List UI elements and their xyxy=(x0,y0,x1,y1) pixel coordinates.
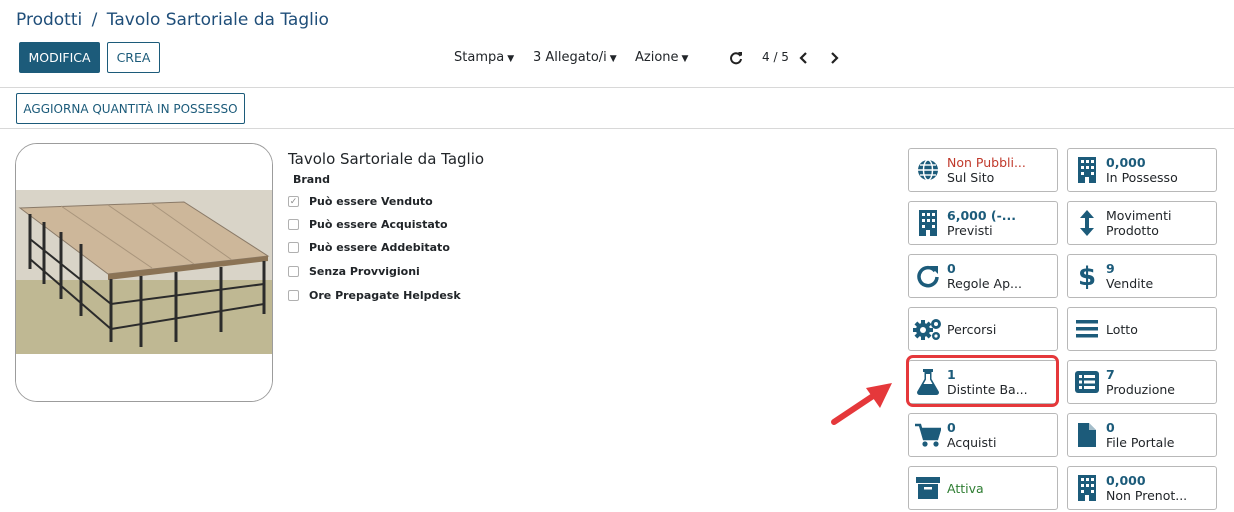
forecast-button[interactable]: 6,000 (-... Previsti xyxy=(908,201,1058,245)
checkbox-icon[interactable] xyxy=(288,219,299,230)
purchases-label: Acquisti xyxy=(947,435,997,450)
cogs-icon xyxy=(913,319,941,340)
checkbox-checked-icon[interactable]: ✓ xyxy=(288,196,299,207)
arrows-vertical-icon xyxy=(1080,210,1094,236)
production-button[interactable]: 7 Produzione xyxy=(1067,360,1217,404)
annotation-arrow-icon xyxy=(831,383,892,425)
product-moves-button[interactable]: Movimenti Prodotto xyxy=(1067,201,1217,245)
option-label: Può essere Addebitato xyxy=(309,241,450,254)
option-label: Ore Prepagate Helpdesk xyxy=(309,289,461,302)
caret-down-icon: ▼ xyxy=(507,54,515,64)
archive-icon xyxy=(916,477,940,499)
product-moves-line2: Prodotto xyxy=(1106,223,1159,238)
unreserved-value: 0,000 xyxy=(1106,473,1146,488)
chevron-left-icon[interactable] xyxy=(799,52,809,64)
action-label: Azione xyxy=(635,50,679,65)
brand-label: Brand xyxy=(293,173,330,186)
divider xyxy=(0,87,1234,88)
dollar-icon: $ xyxy=(1079,262,1095,290)
checkbox-icon[interactable] xyxy=(288,290,299,301)
refresh-icon[interactable] xyxy=(729,51,743,65)
breadcrumb: Prodotti / Tavolo Sartoriale da Taglio xyxy=(16,10,329,30)
breadcrumb-parent[interactable]: Prodotti xyxy=(16,10,82,30)
lots-button[interactable]: Lotto xyxy=(1067,307,1217,351)
file-icon xyxy=(1078,423,1096,447)
option-label: Può essere Acquistato xyxy=(309,218,448,231)
option-can-be-purchased[interactable]: Può essere Acquistato xyxy=(288,218,448,231)
option-no-commission[interactable]: Senza Provvigioni xyxy=(288,265,420,278)
divider xyxy=(0,128,1234,129)
list-icon xyxy=(1075,371,1099,393)
svg-text:$: $ xyxy=(1079,262,1095,290)
portal-files-value: 0 xyxy=(1106,420,1115,435)
building-icon xyxy=(1078,475,1096,501)
routes-button[interactable]: Percorsi xyxy=(908,307,1058,351)
option-label: Può essere Venduto xyxy=(309,195,433,208)
portal-files-button[interactable]: 0 File Portale xyxy=(1067,413,1217,457)
production-label: Produzione xyxy=(1106,382,1175,397)
product-image[interactable] xyxy=(15,143,273,402)
attachments-dropdown[interactable]: 3 Allegato/i ▼ xyxy=(533,50,617,65)
sales-label: Vendite xyxy=(1106,276,1154,291)
portal-files-label: File Portale xyxy=(1106,435,1175,450)
option-prepaid-hours[interactable]: Ore Prepagate Helpdesk xyxy=(288,289,461,302)
breadcrumb-separator: / xyxy=(91,10,98,30)
bars-icon xyxy=(1076,320,1098,338)
forecast-value: 6,000 (-... xyxy=(947,208,1017,223)
product-name[interactable]: Tavolo Sartoriale da Taglio xyxy=(288,150,484,168)
unreserved-label: Non Prenot... xyxy=(1106,488,1188,503)
refresh-icon xyxy=(917,265,939,288)
building-icon xyxy=(1078,157,1096,183)
caret-down-icon: ▼ xyxy=(609,54,617,64)
highlight-box xyxy=(906,355,1059,407)
sales-button[interactable]: $ 9 Vendite xyxy=(1067,254,1217,298)
caret-down-icon: ▼ xyxy=(681,54,689,64)
update-quantity-button[interactable]: AGGIORNA QUANTITÀ IN POSSESSO xyxy=(16,93,245,124)
attachments-label: 3 Allegato/i xyxy=(533,50,607,65)
purchases-button[interactable]: 0 Acquisti xyxy=(908,413,1058,457)
option-can-be-expensed[interactable]: Può essere Addebitato xyxy=(288,241,450,254)
reorder-rules-button[interactable]: 0 Regole Ap... xyxy=(908,254,1058,298)
print-dropdown[interactable]: Stampa ▼ xyxy=(454,50,514,65)
edit-button[interactable]: MODIFICA xyxy=(19,42,100,73)
product-moves-line1: Movimenti xyxy=(1106,208,1172,223)
on-hand-label: In Possesso xyxy=(1106,170,1178,185)
on-hand-button[interactable]: 0,000 In Possesso xyxy=(1067,148,1217,192)
active-toggle-button[interactable]: Attiva xyxy=(908,466,1058,510)
production-value: 7 xyxy=(1106,367,1115,382)
building-icon xyxy=(919,210,937,236)
on-hand-value: 0,000 xyxy=(1106,155,1146,170)
checkbox-icon[interactable] xyxy=(288,266,299,277)
create-button[interactable]: CREA xyxy=(107,42,160,73)
website-status-label: Sul Sito xyxy=(947,170,995,185)
forecast-label: Previsti xyxy=(947,223,993,238)
globe-icon xyxy=(918,159,938,181)
breadcrumb-current: Tavolo Sartoriale da Taglio xyxy=(106,10,329,30)
print-label: Stampa xyxy=(454,50,505,65)
sales-value: 9 xyxy=(1106,261,1115,276)
routes-label: Percorsi xyxy=(947,321,997,337)
active-label: Attiva xyxy=(947,480,984,496)
checkbox-icon[interactable] xyxy=(288,242,299,253)
website-status-value: Non Pubbli... xyxy=(947,155,1026,170)
pager-value: 4 / 5 xyxy=(762,50,789,64)
website-status-button[interactable]: Non Pubbli... Sul Sito xyxy=(908,148,1058,192)
unreserved-button[interactable]: 0,000 Non Prenot... xyxy=(1067,466,1217,510)
lots-label: Lotto xyxy=(1106,321,1138,337)
action-dropdown[interactable]: Azione ▼ xyxy=(635,50,688,65)
purchases-value: 0 xyxy=(947,420,956,435)
chevron-right-icon[interactable] xyxy=(829,52,839,64)
reorder-rules-value: 0 xyxy=(947,261,956,276)
option-can-be-sold[interactable]: ✓ Può essere Venduto xyxy=(288,195,433,208)
cutting-table-illustration xyxy=(16,144,272,401)
cart-icon xyxy=(915,423,941,447)
reorder-rules-label: Regole Ap... xyxy=(947,276,1022,291)
option-label: Senza Provvigioni xyxy=(309,265,420,278)
